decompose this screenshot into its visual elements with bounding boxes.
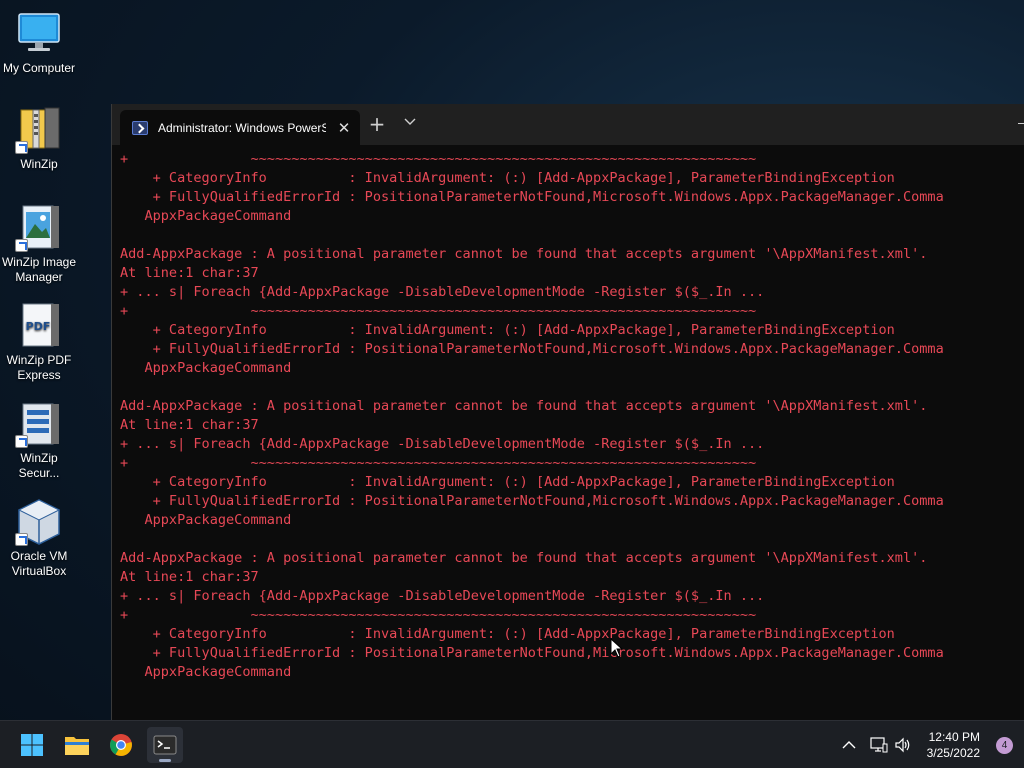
clock[interactable]: 12:40 PM 3/25/2022 <box>927 729 980 761</box>
secure-backup-icon <box>15 400 63 448</box>
pdf-icon: PDF <box>15 302 63 350</box>
console-line: At line:1 char:37 <box>120 265 259 281</box>
tab-powershell[interactable]: Administrator: Windows PowerShell ✕ <box>120 110 360 145</box>
system-tray <box>842 721 912 768</box>
desktop-icon-my-computer[interactable]: My Computer <box>0 10 78 76</box>
svg-text:PDF: PDF <box>26 320 51 333</box>
network-icon[interactable] <box>870 737 888 753</box>
console-line: + ~~~~~~~~~~~~~~~~~~~~~~~~~~~~~~~~~~~~~~… <box>120 303 757 319</box>
clock-time: 12:40 PM <box>928 730 980 744</box>
active-indicator <box>159 759 171 762</box>
notification-badge[interactable]: 4 <box>996 737 1013 754</box>
console-line: Add-AppxPackage : A positional parameter… <box>120 398 928 414</box>
computer-icon <box>15 10 63 58</box>
terminal-titlebar[interactable]: Administrator: Windows PowerShell ✕ + <box>112 104 1024 145</box>
console-line: + FullyQualifiedErrorId : PositionalPara… <box>120 341 944 357</box>
console-line: + CategoryInfo : InvalidArgument: (:) [A… <box>120 474 895 490</box>
console-line: + CategoryInfo : InvalidArgument: (:) [A… <box>120 322 895 338</box>
console-line: + CategoryInfo : InvalidArgument: (:) [A… <box>120 170 895 186</box>
console-line: + ... s| Foreach {Add-AppxPackage -Disab… <box>120 284 765 300</box>
chrome-button[interactable] <box>103 727 139 763</box>
virtualbox-icon <box>15 498 63 546</box>
taskbar: 12:40 PM 3/25/2022 4 <box>0 720 1024 768</box>
console-line: AppxPackageCommand <box>120 360 292 376</box>
tab-title: Administrator: Windows PowerShell <box>158 120 326 135</box>
console-line: AppxPackageCommand <box>120 664 292 680</box>
file-explorer-icon <box>65 737 89 755</box>
console-line: Add-AppxPackage : A positional parameter… <box>120 246 928 262</box>
console-line: + FullyQualifiedErrorId : PositionalPara… <box>120 189 944 205</box>
console-line: + ... s| Foreach {Add-AppxPackage -Disab… <box>120 588 765 604</box>
chevron-down-icon[interactable] <box>398 114 422 126</box>
powershell-icon <box>132 120 148 135</box>
console-line: At line:1 char:37 <box>120 569 259 585</box>
chevron-up-icon[interactable] <box>842 740 856 750</box>
mouse-pointer-icon <box>610 638 624 658</box>
console-line: AppxPackageCommand <box>120 512 292 528</box>
chrome-icon <box>110 734 132 756</box>
console-line: + ... s| Foreach {Add-AppxPackage -Disab… <box>120 436 765 452</box>
terminal-taskbar-button[interactable] <box>147 727 183 763</box>
console-output[interactable]: + ~~~~~~~~~~~~~~~~~~~~~~~~~~~~~~~~~~~~~~… <box>120 150 1024 720</box>
console-line: AppxPackageCommand <box>120 208 292 224</box>
console-line: + ~~~~~~~~~~~~~~~~~~~~~~~~~~~~~~~~~~~~~~… <box>120 455 757 471</box>
console-line: Add-AppxPackage : A positional parameter… <box>120 550 928 566</box>
desktop-icon-label: WinZip Secur... <box>18 451 60 480</box>
desktop-icon-label: Oracle VM VirtualBox <box>10 549 68 578</box>
volume-icon[interactable] <box>894 737 912 753</box>
minimize-button[interactable] <box>1018 123 1024 124</box>
console-line: + ~~~~~~~~~~~~~~~~~~~~~~~~~~~~~~~~~~~~~~… <box>120 607 757 623</box>
desktop-icon-label: WinZip PDF Express <box>6 353 72 382</box>
console-line: + ~~~~~~~~~~~~~~~~~~~~~~~~~~~~~~~~~~~~~~… <box>120 151 757 167</box>
console-line: + FullyQualifiedErrorId : PositionalPara… <box>120 493 944 509</box>
image-manager-icon <box>15 204 63 252</box>
file-explorer-button[interactable] <box>59 727 95 763</box>
desktop-icon-label: WinZip <box>20 157 58 171</box>
terminal-window[interactable]: Administrator: Windows PowerShell ✕ + + … <box>111 104 1024 720</box>
console-line: + FullyQualifiedErrorId : PositionalPara… <box>120 645 944 661</box>
console-line: + CategoryInfo : InvalidArgument: (:) [A… <box>120 626 895 642</box>
desktop-icon-winzip-pdf-express[interactable]: PDF WinZip PDF Express <box>0 302 78 383</box>
desktop-icon-winzip-secure[interactable]: WinZip Secur... <box>0 400 78 481</box>
new-tab-button[interactable]: + <box>365 114 389 134</box>
desktop-icon-winzip-image-manager[interactable]: WinZip Image Manager <box>0 204 78 285</box>
desktop-icon-winzip[interactable]: WinZip <box>0 106 78 172</box>
console-line: At line:1 char:37 <box>120 417 259 433</box>
start-button[interactable] <box>14 727 50 763</box>
windows-start-icon <box>21 734 43 756</box>
close-tab-icon[interactable]: ✕ <box>336 119 352 137</box>
desktop-icon-virtualbox[interactable]: Oracle VM VirtualBox <box>0 498 78 579</box>
clock-date: 3/25/2022 <box>926 746 980 760</box>
desktop-icon-label: My Computer <box>2 61 76 75</box>
terminal-icon <box>153 735 177 755</box>
winzip-icon <box>15 106 63 154</box>
desktop-icon-label: WinZip Image Manager <box>1 255 77 284</box>
